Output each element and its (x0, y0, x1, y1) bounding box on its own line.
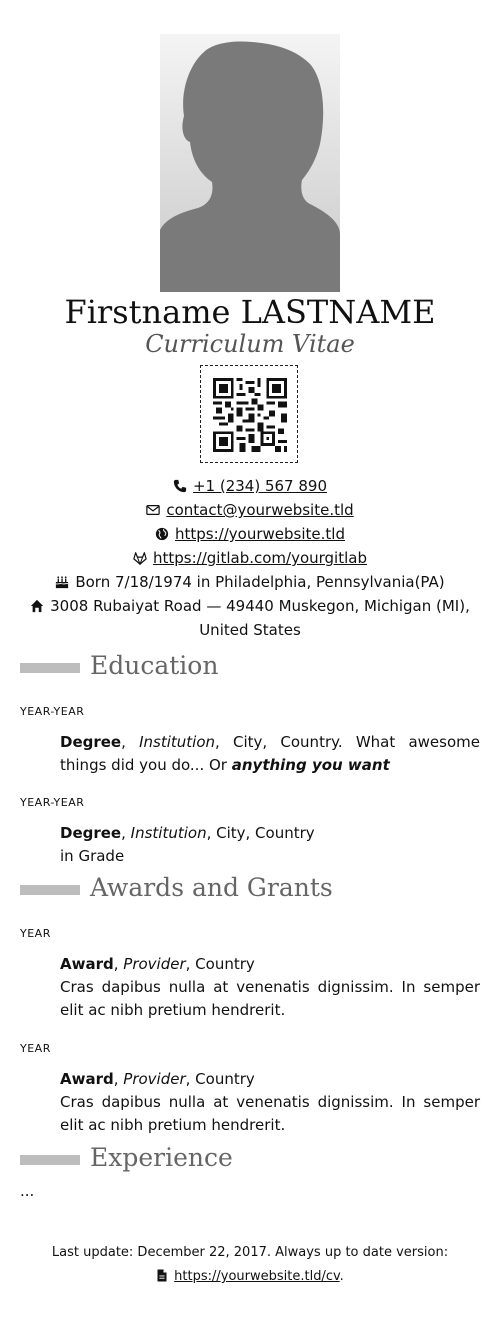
institution-label: Institution (130, 824, 207, 842)
document-icon (157, 1269, 167, 1282)
education-year-2: YEAR-YEAR (20, 796, 85, 809)
degree-label: Degree (60, 733, 122, 751)
qr-code (200, 365, 298, 463)
envelope-icon (146, 505, 161, 515)
degree-label: Degree (60, 824, 122, 842)
gitlab-icon (133, 552, 147, 565)
website-link[interactable]: https://yourwebsite.tld (175, 525, 345, 543)
entry-text: , City, Country (206, 824, 315, 842)
section-bar (20, 1155, 80, 1165)
experience-placeholder: ... (20, 1182, 35, 1200)
education-entry-2: Degree, Institution, City, Country in Gr… (60, 822, 480, 868)
person-silhouette-icon (160, 41, 340, 292)
globe-icon (155, 527, 169, 541)
award-description: Cras dapibus nulla at venenatis dignissi… (60, 1093, 480, 1134)
provider-label: Provider (123, 955, 186, 973)
education-entry-1: Degree, Institution, City, Country. What… (60, 733, 480, 774)
grade-text: in Grade (60, 847, 125, 865)
experience-section-header: Experience (20, 1143, 480, 1177)
awards-section-header: Awards and Grants (20, 873, 480, 907)
birthday-cake-icon (56, 576, 69, 589)
website-row: https://yourwebsite.tld (20, 522, 480, 546)
education-section-header: Education (20, 651, 480, 685)
address-line2: United States (199, 621, 301, 639)
award-label: Award (60, 955, 114, 973)
profile-photo (160, 34, 340, 292)
address-line1: 3008 Rubaiyat Road — 49440 Muskegon, Mic… (50, 597, 470, 615)
footer: Last update: December 22, 2017. Always u… (0, 1241, 500, 1289)
phone-link[interactable]: +1 (234) 567 890 (193, 477, 327, 495)
award-year-2: YEAR (20, 1042, 51, 1055)
section-title-experience: Experience (90, 1143, 233, 1172)
award-description: Cras dapibus nulla at venenatis dignissi… (60, 978, 480, 1019)
address-row: 3008 Rubaiyat Road — 49440 Muskegon, Mic… (20, 594, 480, 618)
birth-text: Born 7/18/1974 in Philadelphia, Pennsylv… (75, 573, 445, 591)
award-entry-2: Award, Provider, Country Cras dapibus nu… (60, 1068, 480, 1137)
section-title-awards: Awards and Grants (90, 873, 333, 902)
gitlab-row: https://gitlab.com/yourgitlab (20, 546, 480, 570)
section-title-education: Education (90, 651, 219, 680)
cv-link[interactable]: https://yourwebsite.tld/cv (174, 1269, 340, 1284)
footer-suffix: . (339, 1269, 344, 1284)
home-icon (31, 599, 44, 613)
gitlab-link[interactable]: https://gitlab.com/yourgitlab (153, 549, 367, 567)
country-text: , Country (185, 955, 255, 973)
email-row: contact@yourwebsite.tld (20, 498, 480, 522)
birth-row: Born 7/18/1974 in Philadelphia, Pennsylv… (20, 570, 480, 594)
footer-link-row: https://yourwebsite.tld/cv. (0, 1265, 500, 1289)
person-name: Firstname LASTNAME (64, 293, 436, 331)
country-text: , Country (185, 1070, 255, 1088)
qr-code-icon (213, 378, 287, 452)
document-subtitle: Curriculum Vitae (145, 330, 355, 358)
email-link[interactable]: contact@yourwebsite.tld (166, 501, 353, 519)
footer-text: Last update: December 22, 2017. Always u… (51, 1245, 449, 1260)
section-bar (20, 885, 80, 895)
award-label: Award (60, 1070, 114, 1088)
phone-icon (173, 479, 187, 493)
contact-block: +1 (234) 567 890 contact@yourwebsite.tld… (20, 474, 480, 642)
phone-row: +1 (234) 567 890 (20, 474, 480, 498)
entry-emphasis: anything you want (231, 756, 390, 774)
institution-label: Institution (139, 733, 216, 751)
provider-label: Provider (123, 1070, 186, 1088)
section-bar (20, 663, 80, 673)
award-year-1: YEAR (20, 927, 51, 940)
award-entry-1: Award, Provider, Country Cras dapibus nu… (60, 953, 480, 1022)
education-year-1: YEAR-YEAR (20, 705, 85, 718)
